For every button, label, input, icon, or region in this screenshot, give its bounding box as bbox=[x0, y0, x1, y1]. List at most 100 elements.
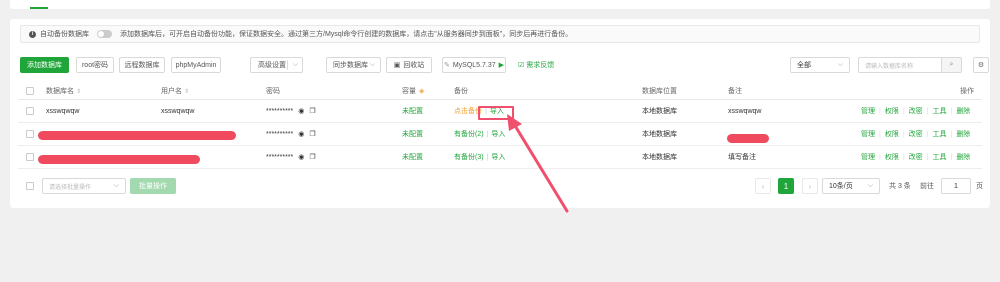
col-password: 密码 bbox=[266, 88, 280, 95]
play-icon: ▶ bbox=[498, 62, 505, 69]
sort-icon: ⇕ bbox=[184, 88, 190, 95]
divider bbox=[287, 60, 288, 70]
col-capacity-label: 容量 bbox=[402, 88, 416, 95]
select-all-checkbox[interactable] bbox=[26, 83, 34, 99]
toolbar: 添加数据库 root密码 远程数据库 phpMyAdmin 高级设置 ⌵ 同步数… bbox=[18, 57, 989, 73]
row-checkbox[interactable] bbox=[26, 123, 34, 145]
db-capacity[interactable]: 未配置 bbox=[402, 146, 423, 168]
db-backup: 有备份(3) | 导入 bbox=[454, 152, 506, 162]
page-suffix-label: 页 bbox=[976, 183, 983, 190]
recycle-bin-button[interactable]: ▣ 回收站 bbox=[386, 57, 432, 73]
change-password-link[interactable]: 改密 bbox=[909, 106, 923, 116]
row-checkbox[interactable] bbox=[26, 100, 34, 122]
change-password-link[interactable]: 改密 bbox=[909, 152, 923, 162]
remote-database-button[interactable]: 远程数据库 bbox=[119, 57, 165, 73]
db-backup: 有备份(2) | 导入 bbox=[454, 129, 506, 139]
recycle-bin-label: 回收站 bbox=[403, 62, 425, 69]
filter-select[interactable]: 全部 ⌵ bbox=[790, 57, 850, 73]
backup-link[interactable]: 有备份(2) bbox=[454, 129, 484, 139]
info-icon: i bbox=[29, 30, 36, 38]
permission-link[interactable]: 权限 bbox=[885, 152, 899, 162]
top-tab-strip bbox=[10, 0, 990, 9]
backup-link[interactable]: 有备份(3) bbox=[454, 152, 484, 162]
auto-backup-label: 自动备份数据库 bbox=[40, 31, 89, 38]
page-number-current[interactable]: 1 bbox=[778, 178, 794, 194]
import-link[interactable]: 导入 bbox=[491, 152, 505, 162]
eye-icon[interactable]: ◉ bbox=[298, 107, 304, 115]
db-password: ********** ◉ ❐ bbox=[266, 146, 316, 168]
search-input[interactable]: 请输入数据库名称 bbox=[858, 57, 942, 73]
batch-operation-select[interactable]: 请选择批量操作 ⌵ bbox=[42, 178, 126, 194]
recycle-bin-icon: ▣ bbox=[393, 62, 401, 69]
delete-link[interactable]: 删除 bbox=[956, 152, 970, 162]
redaction-mark bbox=[727, 134, 769, 143]
manage-link[interactable]: 管理 bbox=[861, 129, 875, 139]
col-name[interactable]: 数据库名 ⇕ bbox=[46, 83, 81, 99]
eye-icon[interactable]: ◉ bbox=[298, 153, 304, 161]
table-footer: 请选择批量操作 ⌵ 批量操作 ‹ 1 › 10条/页 ⌵ 共 3 条 前往 1 … bbox=[18, 178, 983, 196]
delete-link[interactable]: 删除 bbox=[956, 106, 970, 116]
notice-bar: i 自动备份数据库 添加数据库后，可开启自动备份功能，保证数据安全。通过第三方/… bbox=[20, 25, 980, 43]
root-password-button[interactable]: root密码 bbox=[76, 57, 114, 73]
chevron-down-icon: ⌵ bbox=[292, 61, 298, 68]
row-ops: 管理 | 权限 | 改密 | 工具 | 删除 bbox=[861, 129, 971, 139]
copy-icon[interactable]: ❐ bbox=[309, 153, 315, 161]
page-size-select[interactable]: 10条/页 ⌵ bbox=[822, 178, 880, 194]
footer-select-all-checkbox[interactable] bbox=[26, 178, 34, 194]
copy-icon[interactable]: ❐ bbox=[309, 107, 315, 115]
mysql-version-button[interactable]: ✎ MySQL5.7.37 ▶ bbox=[442, 57, 506, 73]
goto-page-input[interactable]: 1 bbox=[941, 178, 971, 194]
change-password-link[interactable]: 改密 bbox=[909, 129, 923, 139]
copy-icon[interactable]: ❐ bbox=[309, 130, 315, 138]
password-mask: ********** bbox=[266, 107, 294, 115]
page-size-value: 10条/页 bbox=[829, 183, 853, 190]
manage-link[interactable]: 管理 bbox=[861, 106, 875, 116]
col-capacity: 容量 ◈ bbox=[402, 83, 424, 99]
permission-link[interactable]: 权限 bbox=[885, 106, 899, 116]
db-password: ********** ◉ ❐ bbox=[266, 123, 316, 145]
sort-icon: ⇕ bbox=[76, 88, 82, 95]
advanced-settings-label: 高级设置 bbox=[258, 62, 286, 69]
permission-link[interactable]: 权限 bbox=[885, 129, 899, 139]
prev-page-button[interactable]: ‹ bbox=[755, 178, 771, 194]
col-remark: 备注 bbox=[728, 88, 742, 95]
table-header: 数据库名 ⇕ 用户名 ⇕ 密码 容量 ◈ 备份 数据库位置 备注 操作 bbox=[18, 83, 982, 100]
sync-database-button[interactable]: 同步数据库 ⌵ bbox=[326, 57, 381, 73]
tools-link[interactable]: 工具 bbox=[932, 129, 946, 139]
auto-backup-toggle[interactable] bbox=[97, 30, 112, 38]
col-user-label: 用户名 bbox=[161, 88, 182, 95]
db-password: ********** ◉ ❐ bbox=[266, 100, 316, 122]
import-highlight-box bbox=[478, 106, 514, 120]
redaction-mark bbox=[38, 155, 200, 164]
search-button[interactable]: ⌕ bbox=[942, 57, 962, 73]
settings-button[interactable]: ⚙ bbox=[973, 57, 989, 73]
db-location: 本地数据库 bbox=[642, 154, 677, 161]
chevron-down-icon: ⌵ bbox=[837, 61, 843, 68]
delete-link[interactable]: 删除 bbox=[956, 129, 970, 139]
manage-link[interactable]: 管理 bbox=[861, 152, 875, 162]
tools-link[interactable]: 工具 bbox=[932, 152, 946, 162]
redaction-mark bbox=[38, 131, 236, 140]
db-capacity[interactable]: 未配置 bbox=[402, 100, 423, 122]
row-checkbox[interactable] bbox=[26, 146, 34, 168]
db-remark[interactable]: 填写备注 bbox=[728, 146, 756, 168]
tools-link[interactable]: 工具 bbox=[932, 106, 946, 116]
db-remark[interactable]: xsswqwqw bbox=[728, 100, 761, 122]
feedback-link[interactable]: ☑ 需求反馈 bbox=[518, 57, 554, 73]
feedback-label: 需求反馈 bbox=[526, 62, 555, 69]
sync-database-label: 同步数据库 bbox=[333, 62, 368, 69]
goto-label: 前往 bbox=[920, 183, 934, 190]
eye-icon[interactable]: ◉ bbox=[298, 130, 304, 138]
advanced-settings-button[interactable]: 高级设置 ⌵ bbox=[250, 57, 303, 73]
db-capacity[interactable]: 未配置 bbox=[402, 123, 423, 145]
row-ops: 管理 | 权限 | 改密 | 工具 | 删除 bbox=[861, 106, 971, 116]
col-ops: 操作 bbox=[960, 88, 974, 95]
batch-operation-button[interactable]: 批量操作 bbox=[130, 178, 176, 194]
add-database-button[interactable]: 添加数据库 bbox=[20, 57, 69, 73]
search-icon: ⌕ bbox=[949, 61, 954, 68]
phpmyadmin-button[interactable]: phpMyAdmin bbox=[171, 57, 221, 73]
col-user[interactable]: 用户名 ⇕ bbox=[161, 83, 189, 99]
db-location: 本地数据库 bbox=[642, 131, 677, 138]
next-page-button[interactable]: › bbox=[802, 178, 818, 194]
import-link[interactable]: 导入 bbox=[491, 129, 505, 139]
